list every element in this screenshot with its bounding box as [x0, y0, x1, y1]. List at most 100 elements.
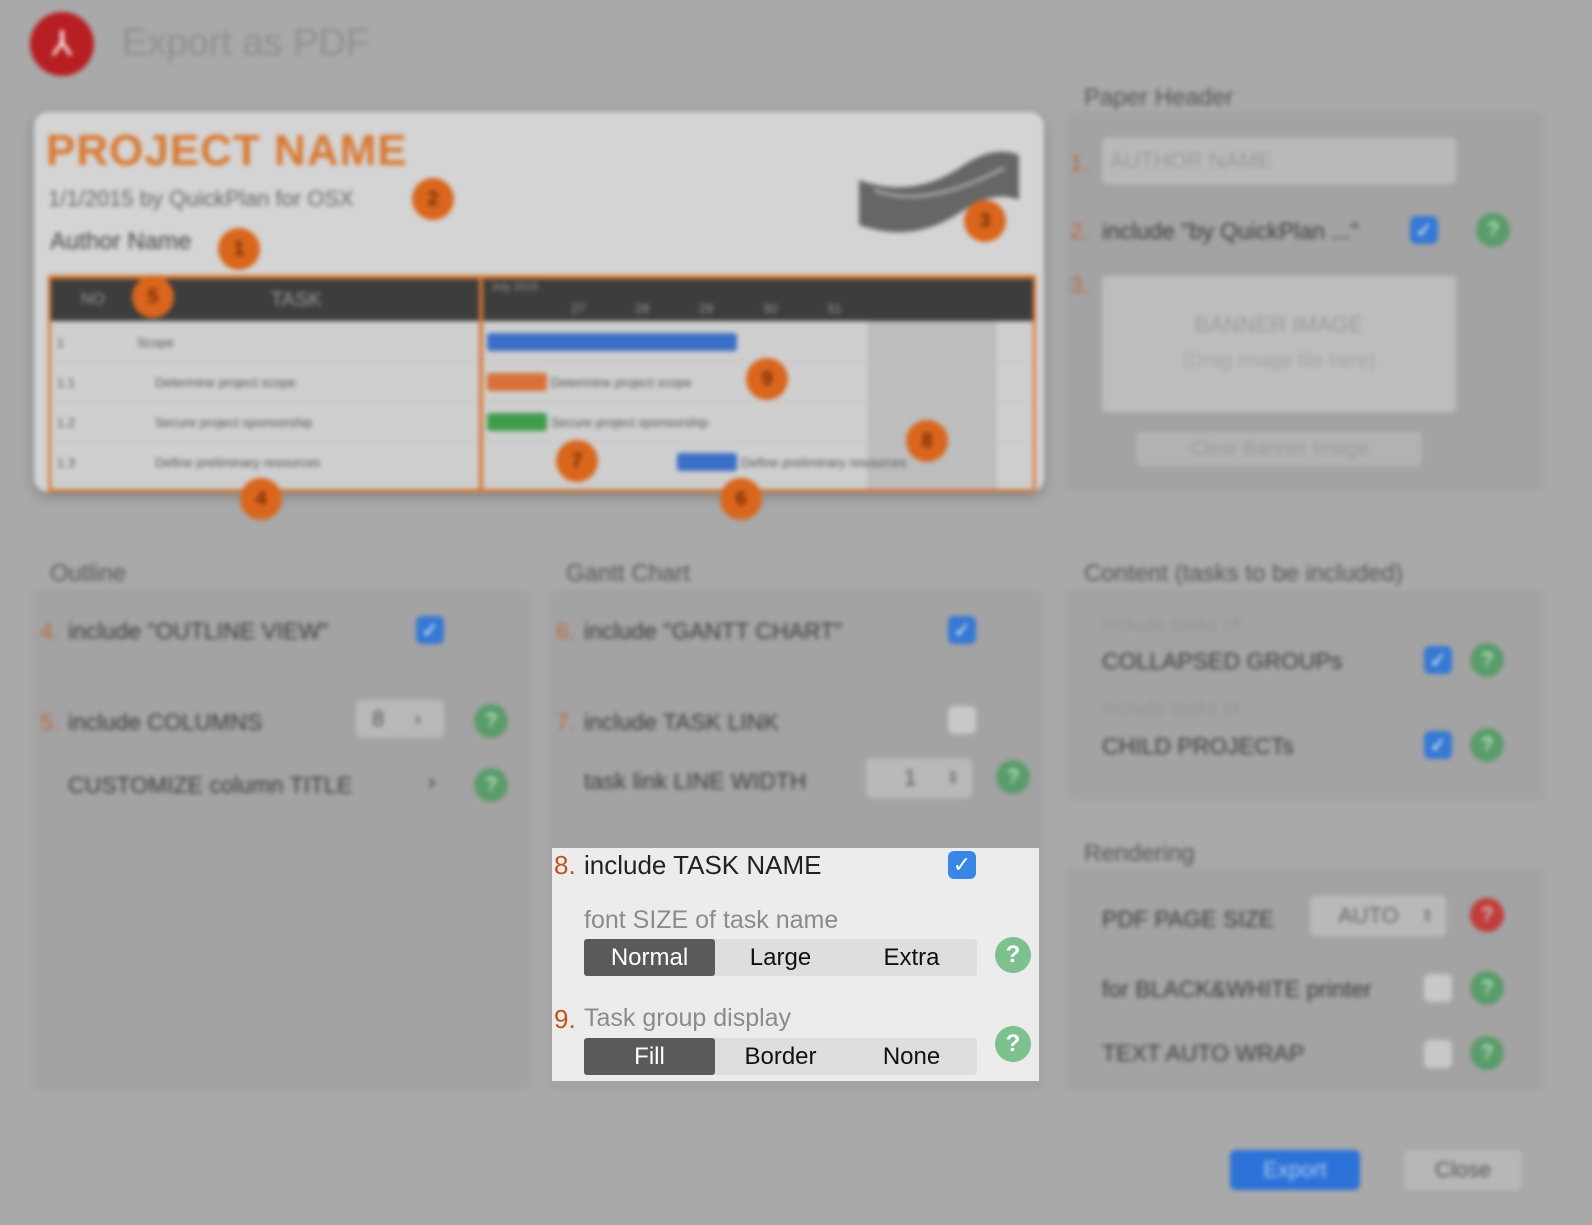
- callout-badge: 8: [906, 420, 948, 462]
- help-icon[interactable]: ?: [1470, 971, 1504, 1005]
- content-title: Content (tasks to be included): [1084, 560, 1403, 587]
- callout-badge: 2: [412, 178, 454, 220]
- help-icon[interactable]: ?: [1470, 728, 1504, 762]
- paper-header-title: Paper Header: [1084, 84, 1234, 111]
- include-task-link-checkbox[interactable]: [948, 706, 976, 734]
- font-size-label: font SIZE of task name: [584, 906, 839, 934]
- gantt-bar: [487, 413, 547, 431]
- link-width-value: 1: [904, 765, 917, 790]
- font-size-large[interactable]: Large: [715, 939, 846, 976]
- help-icon[interactable]: ?: [995, 1026, 1031, 1062]
- row-no: 1.1: [57, 375, 76, 390]
- include-outline-checkbox[interactable]: ✓: [416, 616, 444, 644]
- callout-badge: 7: [556, 440, 598, 482]
- item-number: 9.: [554, 1004, 576, 1034]
- item-number: 5.: [40, 709, 60, 735]
- callout-badge: 6: [720, 478, 762, 520]
- group-display-label: Task group display: [584, 1004, 792, 1032]
- include-gantt-checkbox[interactable]: ✓: [948, 616, 976, 644]
- item-number: 4.: [40, 618, 60, 644]
- close-button[interactable]: Close: [1404, 1150, 1522, 1190]
- font-size-extra[interactable]: Extra: [846, 939, 977, 976]
- author-name-input[interactable]: AUTHOR NAME: [1102, 138, 1456, 184]
- table-divider: [479, 279, 483, 489]
- group-display-segmented-control[interactable]: Fill Border None: [584, 1038, 977, 1075]
- table-row: 1.2 Secure project sponsorship Secure pr…: [51, 401, 1033, 442]
- row-no: 1: [57, 335, 65, 350]
- row-no: 1.3: [57, 455, 76, 470]
- row-task: Define preliminary resources: [155, 455, 321, 470]
- gantt-bar: [487, 373, 547, 391]
- gantt-day: 29: [699, 301, 714, 316]
- bw-printer-label: for BLACK&WHITE printer: [1102, 976, 1372, 1002]
- col-task: TASK: [271, 289, 322, 311]
- help-icon[interactable]: ?: [996, 760, 1030, 794]
- include-task-name-checkbox[interactable]: ✓: [948, 851, 976, 879]
- link-width-stepper[interactable]: 1 ⇕: [866, 758, 972, 798]
- include-columns-label: include COLUMNS: [68, 709, 263, 735]
- font-size-segmented-control[interactable]: Normal Large Extra: [584, 939, 977, 976]
- banner-drop-zone[interactable]: BANNER IMAGE (Drag image file here): [1102, 276, 1456, 412]
- page-size-value: AUTO: [1338, 903, 1399, 928]
- customize-titles-label[interactable]: CUSTOMIZE column TITLE: [68, 772, 352, 799]
- collapsed-hint: include tasks of: [1102, 614, 1240, 636]
- gantt-day: 28: [635, 301, 650, 316]
- text-wrap-label: TEXT AUTO WRAP: [1102, 1040, 1305, 1066]
- child-projects-label: CHILD PROJECTs: [1102, 733, 1294, 759]
- col-no: NO: [81, 291, 105, 308]
- banner-hint: (Drag image file here): [1182, 350, 1376, 372]
- callout-badge: 5: [132, 276, 174, 318]
- include-outline-label: include "OUTLINE VIEW": [68, 618, 329, 644]
- page-size-label: PDF PAGE SIZE: [1102, 906, 1275, 932]
- table-row: 1.3 Define preliminary resources Define …: [51, 441, 1033, 482]
- link-width-label: task link LINE WIDTH: [584, 768, 807, 794]
- pdf-preview: PROJECT NAME 1/1/2015 by QuickPlan for O…: [34, 112, 1044, 492]
- acrobat-icon: ⅄: [30, 12, 94, 76]
- help-icon[interactable]: ?: [1470, 898, 1504, 932]
- collapsed-groups-checkbox[interactable]: ✓: [1424, 646, 1452, 674]
- help-icon[interactable]: ?: [1476, 213, 1510, 247]
- callout-badge: 4: [240, 478, 282, 520]
- callout-badge: 9: [746, 358, 788, 400]
- project-author: Author Name: [50, 228, 192, 255]
- callout-badge: 3: [964, 200, 1006, 242]
- font-size-normal[interactable]: Normal: [584, 939, 715, 976]
- item-number: 8.: [554, 850, 576, 880]
- gantt-day: 30: [763, 301, 778, 316]
- item-number: 7.: [556, 709, 576, 735]
- group-display-fill[interactable]: Fill: [584, 1038, 715, 1075]
- group-display-none[interactable]: None: [846, 1038, 977, 1075]
- child-hint: include tasks of: [1102, 698, 1240, 720]
- clear-banner-button[interactable]: Clear Banner Image: [1136, 432, 1422, 466]
- columns-value: 8: [372, 706, 385, 731]
- task-name-settings-panel: 8. include TASK NAME ✓ font SIZE of task…: [552, 848, 1039, 1081]
- gantt-bar: [677, 453, 737, 471]
- text-wrap-checkbox[interactable]: [1424, 1040, 1452, 1068]
- banner-title: BANNER IMAGE: [1194, 312, 1364, 337]
- stepper-arrows-icon: ⇕: [1420, 908, 1435, 925]
- page-size-select[interactable]: AUTO ⇕: [1310, 896, 1446, 936]
- table-row: 1 Scope: [51, 321, 1033, 362]
- help-icon[interactable]: ?: [474, 704, 508, 738]
- child-projects-checkbox[interactable]: ✓: [1424, 731, 1452, 759]
- row-task: Secure project sponsorship: [155, 415, 313, 430]
- help-icon[interactable]: ?: [995, 937, 1031, 973]
- bw-printer-checkbox[interactable]: [1424, 974, 1452, 1002]
- help-icon[interactable]: ?: [1470, 643, 1504, 677]
- export-button[interactable]: Export: [1230, 1150, 1360, 1190]
- include-by-label: include "by QuickPlan ...": [1102, 218, 1359, 244]
- item-number: 6.: [556, 618, 576, 644]
- include-by-checkbox[interactable]: ✓: [1410, 216, 1438, 244]
- bar-label: Secure project sponsorship: [551, 415, 709, 430]
- columns-stepper[interactable]: 8 ›: [356, 700, 444, 738]
- project-subtitle: 1/1/2015 by QuickPlan for OSX: [48, 186, 354, 211]
- row-task: Determine project scope: [155, 375, 296, 390]
- help-icon[interactable]: ?: [1470, 1036, 1504, 1070]
- group-display-border[interactable]: Border: [715, 1038, 846, 1075]
- row-no: 1.2: [57, 415, 76, 430]
- help-icon[interactable]: ?: [474, 768, 508, 802]
- include-task-name-label: include TASK NAME: [584, 850, 822, 880]
- item-number: 1.: [1070, 150, 1090, 176]
- chevron-right-icon[interactable]: ›: [428, 768, 436, 795]
- bar-label: Define preliminary resources: [741, 455, 907, 470]
